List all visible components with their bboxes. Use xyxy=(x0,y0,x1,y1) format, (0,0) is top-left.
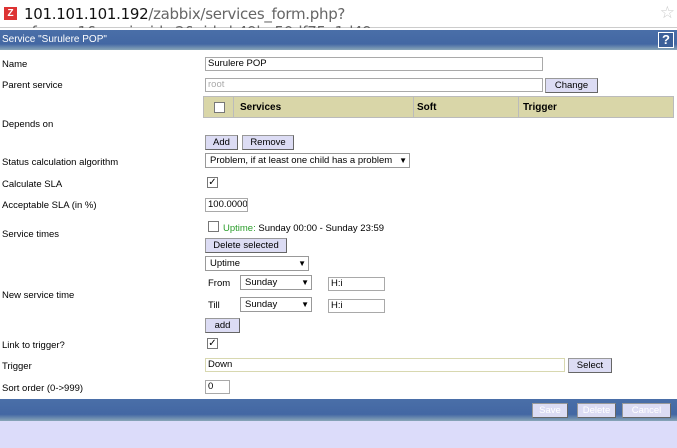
uptime-prefix: Uptime: xyxy=(223,223,256,234)
zabbix-favicon-icon: Z xyxy=(4,7,17,20)
form-footer: Save Delete Cancel xyxy=(0,399,677,421)
select-all-checkbox[interactable] xyxy=(214,102,225,113)
chevron-down-icon: ▼ xyxy=(298,259,306,268)
type-value: Uptime xyxy=(210,258,241,269)
from-day-select[interactable]: Sunday ▼ xyxy=(240,275,312,290)
url-host: 101.101.101.192 xyxy=(24,5,149,23)
from-day-value: Sunday xyxy=(245,277,278,288)
trigger-input[interactable]: Down xyxy=(205,358,565,372)
help-icon[interactable]: ? xyxy=(658,32,674,48)
form-header: Service "Surulere POP" ? xyxy=(0,30,677,50)
page-title: Service "Surulere POP" xyxy=(2,34,107,45)
uptime-range: Sunday 00:00 - Sunday 23:59 xyxy=(255,223,385,234)
add-service-time-button[interactable]: add xyxy=(205,318,240,333)
depends-table-header: Services Soft Trigger xyxy=(203,96,674,118)
column-services[interactable]: Services xyxy=(240,102,281,113)
sort-order-input[interactable]: 0 xyxy=(205,380,230,394)
remove-dependency-button[interactable]: Remove xyxy=(242,135,294,150)
sla-input[interactable]: 100.0000 xyxy=(205,198,248,212)
parent-service-label: Parent service xyxy=(2,80,63,91)
name-input[interactable]: Surulere POP xyxy=(205,57,543,71)
change-button[interactable]: Change xyxy=(545,78,598,93)
algorithm-value: Problem, if at least one child has a pro… xyxy=(210,155,393,166)
algorithm-label: Status calculation algorithm xyxy=(2,157,119,168)
add-dependency-button[interactable]: Add xyxy=(205,135,238,150)
parent-service-input[interactable]: root xyxy=(205,78,543,92)
delete-selected-button[interactable]: Delete selected xyxy=(205,238,287,253)
trigger-label: Trigger xyxy=(2,361,32,372)
cancel-button[interactable]: Cancel xyxy=(622,403,671,418)
till-label: Till xyxy=(208,300,220,311)
column-soft[interactable]: Soft xyxy=(417,102,436,113)
column-trigger[interactable]: Trigger xyxy=(523,102,557,113)
address-bar[interactable]: Z 101.101.101.192/zabbix/services_form.p… xyxy=(0,0,677,41)
chevron-down-icon: ▼ xyxy=(301,278,309,287)
till-time-input[interactable]: H:i xyxy=(328,299,385,313)
service-time-entry: Uptime: Sunday 00:00 - Sunday 23:59 xyxy=(223,223,384,234)
chevron-down-icon: ▼ xyxy=(399,156,407,165)
service-time-type-select[interactable]: Uptime ▼ xyxy=(205,256,309,271)
sla-label: Acceptable SLA (in %) xyxy=(2,200,97,211)
link-trigger-label: Link to trigger? xyxy=(2,340,65,351)
name-label: Name xyxy=(2,59,28,70)
bookmark-star-icon[interactable]: ☆ xyxy=(660,3,675,23)
calculate-sla-label: Calculate SLA xyxy=(2,179,63,190)
depends-on-label: Depends on xyxy=(2,119,54,130)
link-trigger-checkbox[interactable]: ✓ xyxy=(207,338,218,349)
calculate-sla-checkbox[interactable]: ✓ xyxy=(207,177,218,188)
till-day-select[interactable]: Sunday ▼ xyxy=(240,297,312,312)
new-service-time-label: New service time xyxy=(2,290,75,301)
delete-button[interactable]: Delete xyxy=(577,403,616,418)
from-label: From xyxy=(208,278,231,289)
from-time-input[interactable]: H:i xyxy=(328,277,385,291)
algorithm-select[interactable]: Problem, if at least one child has a pro… xyxy=(205,153,410,168)
service-times-label: Service times xyxy=(2,229,60,240)
sort-order-label: Sort order (0->999) xyxy=(2,383,84,394)
save-button[interactable]: Save xyxy=(532,403,568,418)
service-time-checkbox[interactable] xyxy=(208,221,219,232)
chevron-down-icon: ▼ xyxy=(301,300,309,309)
till-day-value: Sunday xyxy=(245,299,278,310)
select-trigger-button[interactable]: Select xyxy=(568,358,612,373)
